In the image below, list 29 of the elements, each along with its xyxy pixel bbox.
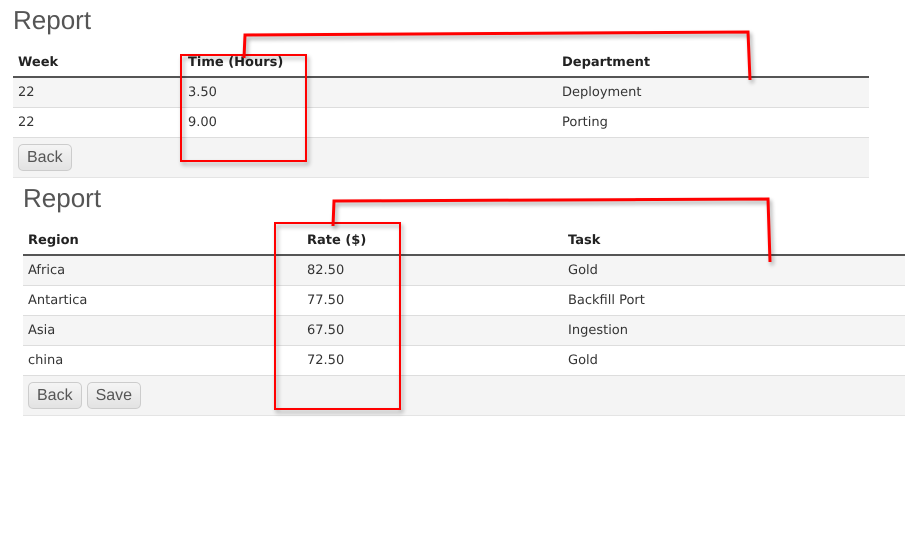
table-cell-text: 82.50 <box>306 263 344 278</box>
table-cell-text: Asia <box>27 323 56 338</box>
column-header: Department <box>561 55 650 70</box>
table-cell-text: Ingestion <box>567 323 628 338</box>
report-title: Report <box>13 4 92 37</box>
table-cell-text: Gold <box>567 353 598 368</box>
table-cell-text: china <box>27 353 64 368</box>
column-header: Region <box>27 233 79 248</box>
table-cell-text: 72.50 <box>306 353 344 368</box>
table-cell-text: 77.50 <box>306 293 344 308</box>
form-button[interactable]: Back <box>18 144 72 171</box>
table-cell-text: Deployment <box>561 85 642 100</box>
table-cell-text: 22 <box>17 85 35 100</box>
table-cell-text: Africa <box>27 263 66 278</box>
table-cell-text: 3.50 <box>187 85 217 100</box>
table-cell-text: Backfill Port <box>567 293 645 308</box>
column-header: Time (Hours) <box>187 55 284 70</box>
report-title: Report <box>23 182 102 215</box>
table-cell-text: Porting <box>561 115 608 130</box>
table-cell-text: Antartica <box>27 293 88 308</box>
table-cell-text: 9.00 <box>187 115 217 130</box>
form-button[interactable]: Back <box>28 382 82 409</box>
column-header: Week <box>17 55 58 70</box>
form-button[interactable]: Save <box>86 382 142 409</box>
table-cell-text: Gold <box>567 263 598 278</box>
table-cell-text: 22 <box>17 115 35 130</box>
column-header: Task <box>567 233 600 248</box>
column-header: Rate ($) <box>306 233 366 248</box>
table-cell-text: 67.50 <box>306 323 344 338</box>
